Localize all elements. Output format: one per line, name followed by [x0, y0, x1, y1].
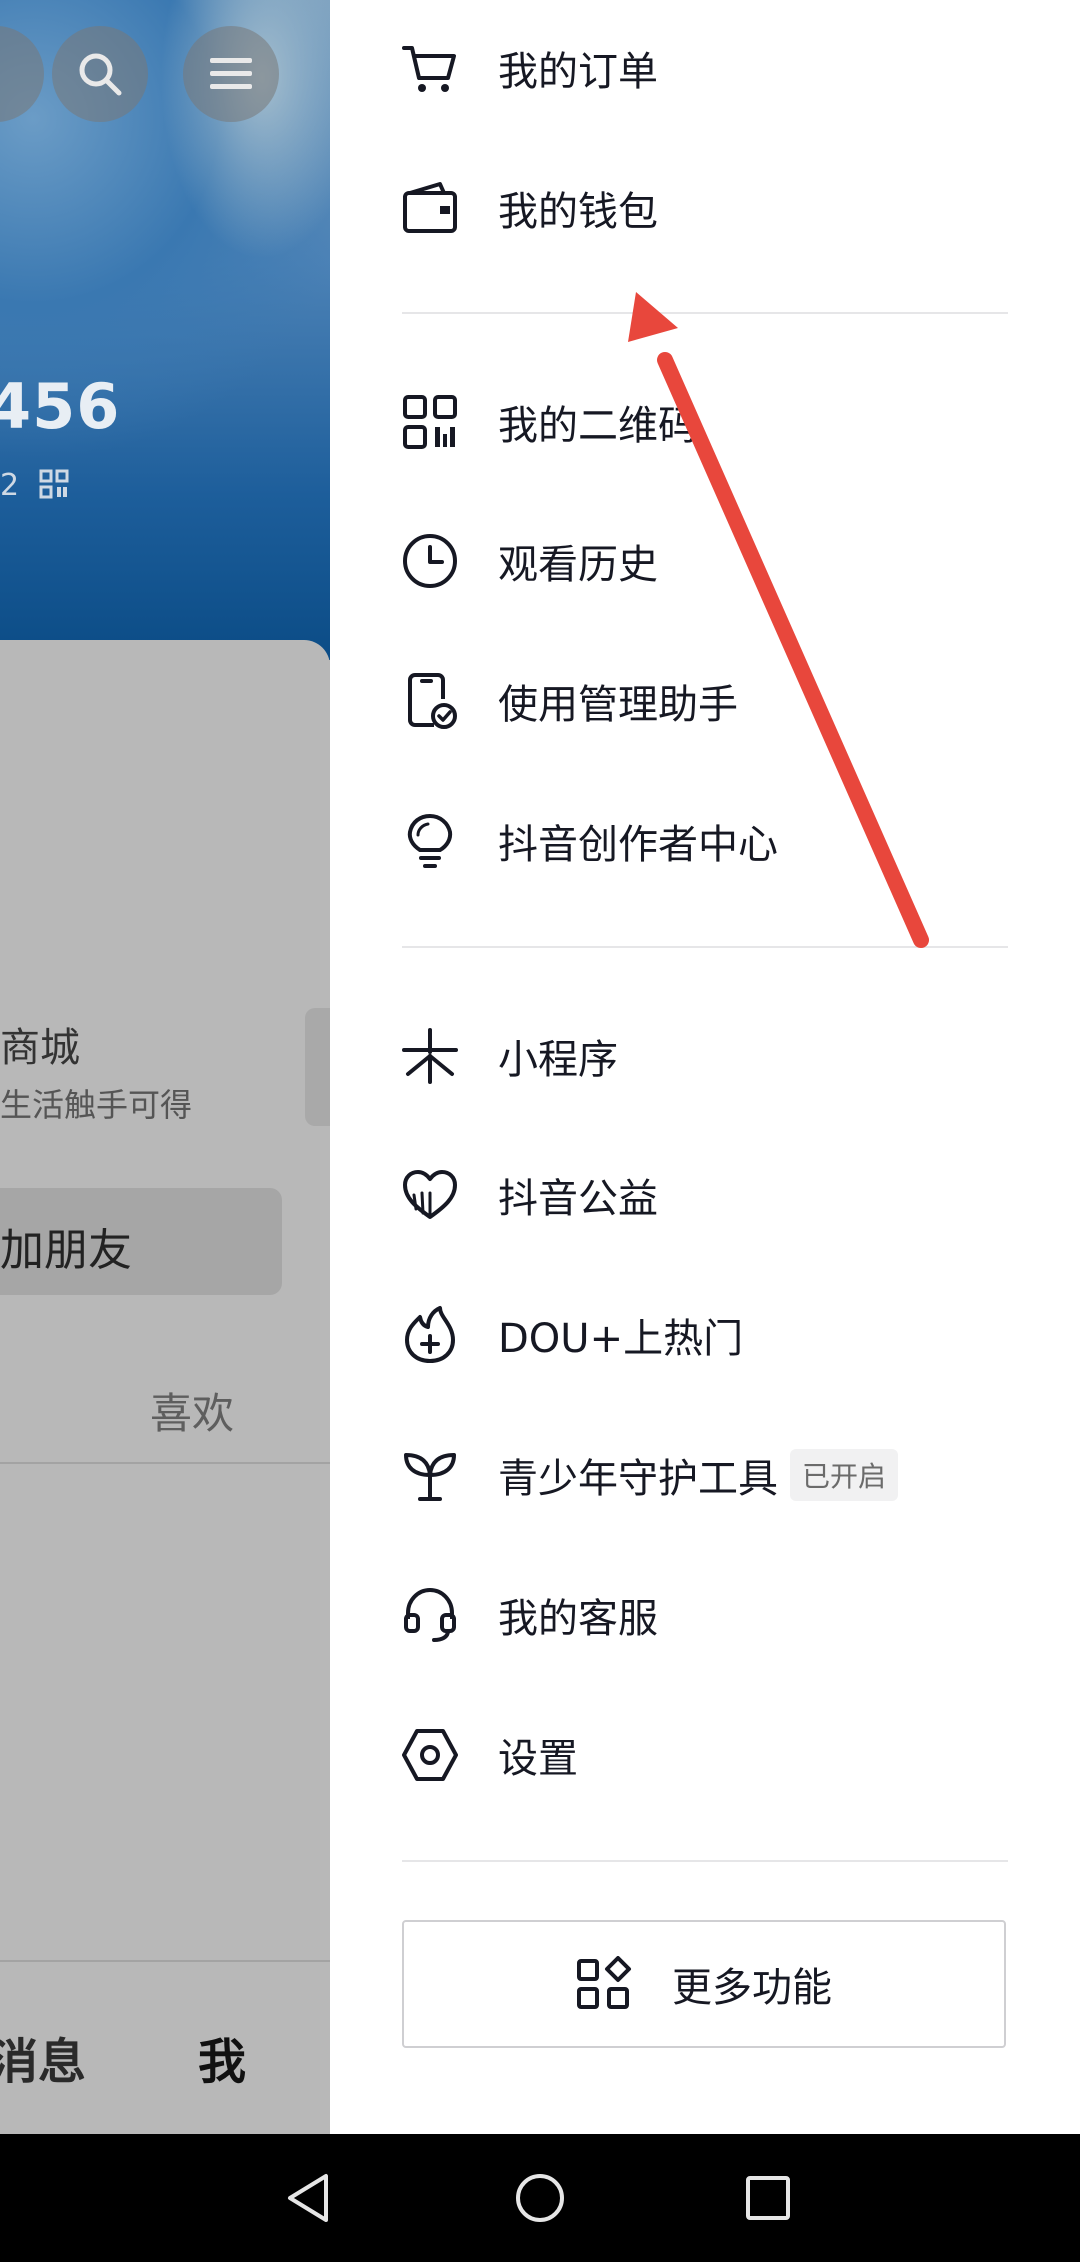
bottom-nav-divider — [0, 1960, 330, 1962]
home-button[interactable] — [500, 2158, 580, 2238]
search-icon — [79, 53, 122, 96]
wallet-icon — [403, 182, 457, 233]
partial-card — [305, 1008, 330, 1126]
recents-button[interactable] — [728, 2158, 808, 2238]
menu-item-settings[interactable]: 设置 — [400, 1700, 1040, 1810]
menu-item-usage-assistant[interactable]: 使用管理助手 — [400, 646, 1040, 756]
back-icon — [288, 2174, 328, 2222]
divider — [402, 312, 1008, 314]
menu-item-orders[interactable]: 我的订单 — [400, 13, 1040, 123]
settings-hexagon-icon — [402, 1729, 458, 1781]
menu-icon — [210, 58, 252, 89]
cart-icon — [402, 46, 456, 92]
side-drawer-menu: 我的订单 我的钱包 我的二维码 观看历史 使用管理助手 抖音创作者中心 小程序 … — [330, 0, 1080, 2134]
menu-item-label: DOU+上热门 — [498, 1316, 744, 1362]
clock-icon — [403, 534, 457, 588]
lightbulb-icon — [407, 814, 453, 868]
menu-item-label: 小程序 — [498, 1037, 618, 1083]
nav-me[interactable]: 我 — [198, 2022, 246, 2092]
search-button[interactable] — [52, 26, 148, 122]
headset-icon — [404, 1587, 456, 1642]
qr-code-icon — [403, 395, 457, 449]
system-navigation-bar — [0, 2134, 1080, 2262]
add-friend-button[interactable]: 加朋友 — [0, 1188, 282, 1295]
nav-messages[interactable]: 消息 — [0, 2022, 86, 2092]
more-features-label: 更多功能 — [672, 1965, 832, 2011]
mini-program-icon — [402, 1028, 458, 1084]
profile-id-partial: 2 — [0, 468, 69, 503]
sprout-icon — [404, 1453, 456, 1501]
menu-item-charity[interactable]: 抖音公益 — [400, 1140, 1040, 1250]
menu-item-label: 抖音创作者中心 — [498, 822, 778, 868]
menu-item-label: 观看历史 — [498, 542, 658, 588]
menu-item-wallet[interactable]: 我的钱包 — [400, 153, 1040, 263]
profile-stat-partial: 456 — [0, 370, 121, 443]
more-features-button[interactable]: 更多功能 — [402, 1920, 1006, 2048]
menu-item-customer-service[interactable]: 我的客服 — [400, 1560, 1040, 1670]
menu-item-qr-code[interactable]: 我的二维码 — [400, 367, 1040, 477]
menu-item-label: 我的钱包 — [498, 189, 658, 235]
flame-plus-icon — [405, 1306, 455, 1363]
menu-item-history[interactable]: 观看历史 — [400, 506, 1040, 616]
heart-icon — [403, 1170, 457, 1219]
menu-item-label: 我的二维码 — [498, 403, 698, 449]
phone-check-icon — [408, 673, 457, 729]
menu-item-mini-programs[interactable]: 小程序 — [400, 1001, 1040, 1111]
menu-item-label: 青少年守护工具 — [498, 1456, 778, 1502]
divider — [402, 946, 1008, 948]
background-profile-page: 456 2 商城 生活触手可得 加朋友 喜欢 消息 我 — [0, 0, 330, 2134]
menu-item-dou-plus[interactable]: DOU+上热门 — [400, 1280, 1040, 1390]
home-icon — [516, 2174, 564, 2222]
menu-button[interactable] — [183, 26, 279, 122]
mall-title[interactable]: 商城 — [0, 1015, 80, 1073]
menu-item-label: 抖音公益 — [498, 1176, 658, 1222]
add-friend-label: 加朋友 — [0, 1225, 132, 1276]
menu-item-creator-center[interactable]: 抖音创作者中心 — [400, 786, 1040, 896]
qr-icon — [39, 469, 69, 499]
tab-divider — [0, 1462, 330, 1464]
status-badge: 已开启 — [790, 1449, 899, 1501]
menu-item-label: 使用管理助手 — [498, 682, 738, 728]
menu-item-label: 设置 — [498, 1736, 578, 1782]
tab-likes[interactable]: 喜欢 — [150, 1380, 234, 1441]
back-button[interactable] — [270, 2158, 350, 2238]
menu-item-label: 我的客服 — [498, 1596, 658, 1642]
mall-subtitle: 生活触手可得 — [0, 1086, 193, 1124]
grid-diamond-icon — [577, 1956, 631, 2009]
menu-item-label: 我的订单 — [498, 49, 658, 95]
divider — [402, 1860, 1008, 1862]
recents-icon — [746, 2176, 790, 2220]
menu-item-teen-protection[interactable]: 青少年守护工具 已开启 — [400, 1420, 1040, 1530]
